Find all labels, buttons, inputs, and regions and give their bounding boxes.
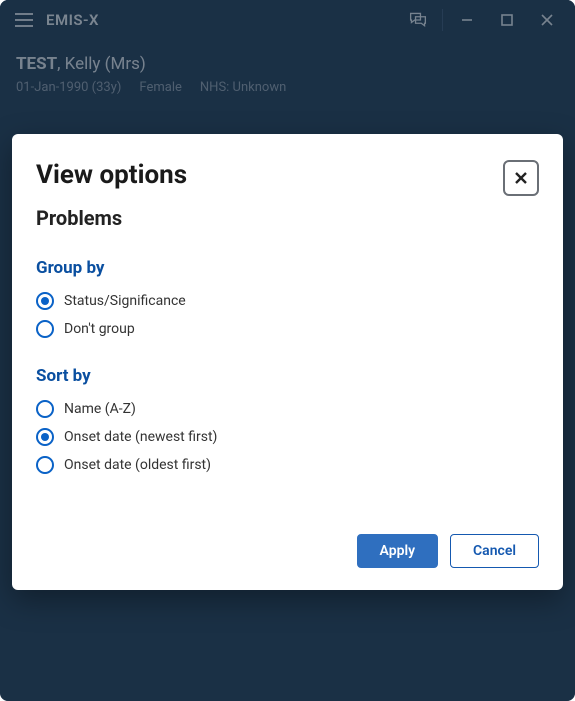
apply-button[interactable]: Apply — [357, 534, 439, 568]
radio-onset-oldest[interactable]: Onset date (oldest first) — [36, 456, 539, 474]
radio-onset-newest[interactable]: Onset date (newest first) — [36, 428, 539, 446]
radio-label: Don't group — [64, 321, 135, 337]
radio-icon — [36, 428, 54, 446]
dialog-title: View options — [36, 160, 503, 190]
sort-by-title: Sort by — [36, 366, 539, 386]
view-options-dialog: View options Problems Group by Status/Si… — [12, 134, 563, 590]
radio-label: Status/Significance — [64, 293, 186, 309]
group-by-title: Group by — [36, 258, 539, 278]
group-by-options: Status/Significance Don't group — [36, 292, 539, 338]
radio-icon — [36, 400, 54, 418]
radio-name-az[interactable]: Name (A-Z) — [36, 400, 539, 418]
dialog-footer: Apply Cancel — [36, 534, 539, 568]
app-window: EMIS-X TEST, Kelly (Mrs) 01-Jan-1990 (33… — [0, 0, 575, 701]
dialog-subtitle: Problems — [36, 206, 539, 230]
radio-icon — [36, 320, 54, 338]
dialog-close-button[interactable] — [503, 160, 539, 196]
radio-label: Onset date (newest first) — [64, 429, 217, 445]
radio-label: Onset date (oldest first) — [64, 457, 211, 473]
sort-by-options: Name (A-Z) Onset date (newest first) Ons… — [36, 400, 539, 474]
close-icon — [513, 170, 529, 186]
radio-label: Name (A-Z) — [64, 401, 136, 417]
cancel-button[interactable]: Cancel — [450, 534, 539, 568]
radio-dont-group[interactable]: Don't group — [36, 320, 539, 338]
radio-icon — [36, 292, 54, 310]
radio-status-significance[interactable]: Status/Significance — [36, 292, 539, 310]
radio-icon — [36, 456, 54, 474]
